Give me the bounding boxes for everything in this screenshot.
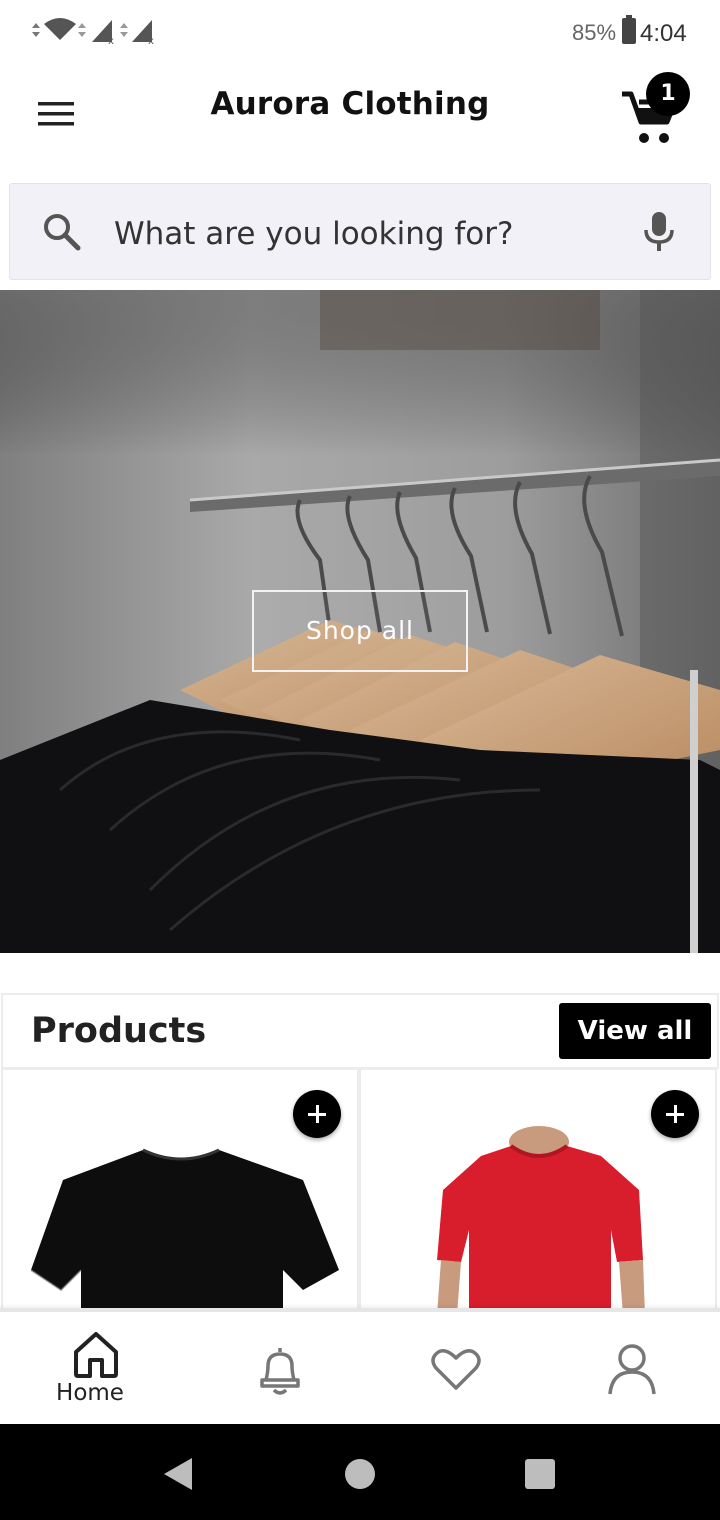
product-grid (1, 1068, 719, 1313)
svg-text:x: x (148, 36, 154, 47)
app-title: Aurora Clothing (0, 86, 720, 122)
nav-profile[interactable] (542, 1312, 720, 1424)
back-icon[interactable] (160, 1456, 196, 1492)
nav-favorites[interactable] (366, 1312, 546, 1424)
heart-icon (431, 1349, 481, 1390)
cart-count-badge: 1 (646, 72, 690, 116)
home-circle-icon[interactable] (342, 1456, 378, 1492)
bottom-navigation: Home (0, 1308, 720, 1424)
search-input[interactable] (114, 212, 614, 256)
search-bar (9, 183, 711, 280)
nav-home-label: Home (56, 1380, 124, 1406)
shop-all-button[interactable]: Shop all (252, 590, 468, 672)
microphone-icon[interactable] (642, 210, 676, 254)
home-icon (74, 1332, 118, 1378)
battery-icon (622, 15, 636, 44)
app-title-text: Aurora Clothing (210, 86, 490, 122)
recents-icon[interactable] (522, 1456, 558, 1492)
search-icon[interactable] (42, 212, 82, 252)
app-bar: Aurora Clothing (0, 62, 720, 172)
status-bar: x x 85% 4:04 (0, 0, 720, 62)
signal-icons: x x (32, 18, 154, 47)
products-heading: Products (31, 1011, 207, 1051)
hero-banner: Shop all (0, 290, 720, 953)
svg-text:x: x (108, 36, 114, 47)
nav-home[interactable]: Home (0, 1312, 180, 1424)
add-to-cart-button[interactable] (651, 1090, 699, 1138)
user-icon (608, 1344, 656, 1395)
product-card[interactable] (1, 1068, 359, 1313)
product-card[interactable] (359, 1068, 717, 1313)
bell-icon (260, 1348, 300, 1395)
add-to-cart-button[interactable] (293, 1090, 341, 1138)
view-all-button[interactable]: View all (559, 1003, 711, 1059)
system-navigation-bar (0, 1424, 720, 1520)
products-header: Products View all (1, 993, 719, 1069)
battery-percent: 85% (572, 20, 617, 45)
nav-notifications[interactable] (190, 1312, 370, 1424)
clock: 4:04 (640, 20, 687, 47)
